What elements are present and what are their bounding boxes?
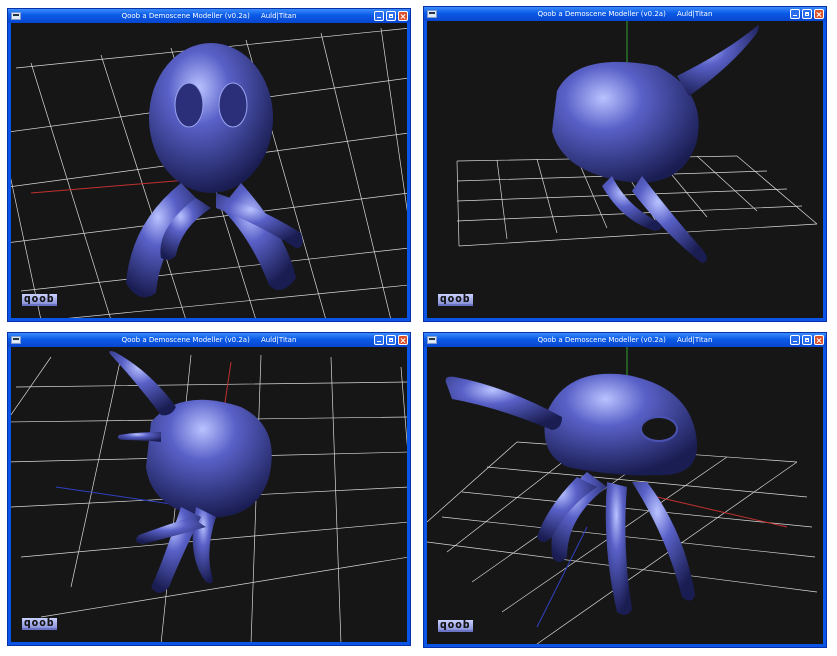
viewport-scene	[427, 347, 818, 644]
close-icon[interactable]	[398, 11, 408, 21]
close-icon[interactable]	[814, 335, 824, 345]
minimize-icon[interactable]	[374, 335, 384, 345]
3d-model	[552, 25, 759, 263]
window-titlebar[interactable]: Qoob a Demoscene Modeller (v0.2a) Auld|T…	[424, 7, 826, 21]
viewport-scene	[11, 27, 407, 318]
maximize-icon[interactable]	[802, 335, 812, 345]
minimize-icon[interactable]	[790, 9, 800, 19]
qoob-logo: qoob	[22, 292, 57, 306]
qoob-logo: qoob	[438, 292, 473, 306]
window-title: Qoob a Demoscene Modeller (v0.2a) Auld|T…	[121, 12, 297, 20]
maximize-icon[interactable]	[386, 11, 396, 21]
close-icon[interactable]	[814, 9, 824, 19]
3d-model	[109, 351, 272, 593]
model-hole	[640, 416, 678, 442]
modeller-window-4[interactable]: Qoob a Demoscene Modeller (v0.2a) Auld|T…	[423, 332, 827, 648]
window-titlebar[interactable]: Qoob a Demoscene Modeller (v0.2a) Auld|T…	[8, 9, 410, 23]
modeller-window-1[interactable]: Qoob a Demoscene Modeller (v0.2a) Auld|T…	[7, 8, 411, 322]
close-icon[interactable]	[398, 335, 408, 345]
modeller-window-2[interactable]: Qoob a Demoscene Modeller (v0.2a) Auld|T…	[423, 6, 827, 322]
minimize-icon[interactable]	[790, 335, 800, 345]
3d-viewport[interactable]: qoob	[427, 21, 823, 318]
window-title: Qoob a Demoscene Modeller (v0.2a) Auld|T…	[121, 336, 297, 344]
window-titlebar[interactable]: Qoob a Demoscene Modeller (v0.2a) Auld|T…	[8, 333, 410, 347]
viewport-scene	[11, 351, 407, 642]
3d-viewport[interactable]: qoob	[11, 23, 407, 318]
minimize-icon[interactable]	[374, 11, 384, 21]
x-axis	[656, 496, 788, 528]
maximize-icon[interactable]	[802, 9, 812, 19]
qoob-logo: qoob	[438, 618, 473, 632]
qoob-logo: qoob	[22, 616, 57, 630]
modeller-window-3[interactable]: Qoob a Demoscene Modeller (v0.2a) Auld|T…	[7, 332, 411, 646]
window-title: Qoob a Demoscene Modeller (v0.2a) Auld|T…	[537, 10, 713, 18]
window-title: Qoob a Demoscene Modeller (v0.2a) Auld|T…	[537, 336, 713, 344]
maximize-icon[interactable]	[386, 335, 396, 345]
3d-model	[126, 43, 303, 298]
3d-viewport[interactable]: qoob	[11, 347, 407, 642]
3d-viewport[interactable]: qoob	[427, 347, 823, 644]
viewport-scene	[456, 21, 818, 263]
window-titlebar[interactable]: Qoob a Demoscene Modeller (v0.2a) Auld|T…	[424, 333, 826, 347]
